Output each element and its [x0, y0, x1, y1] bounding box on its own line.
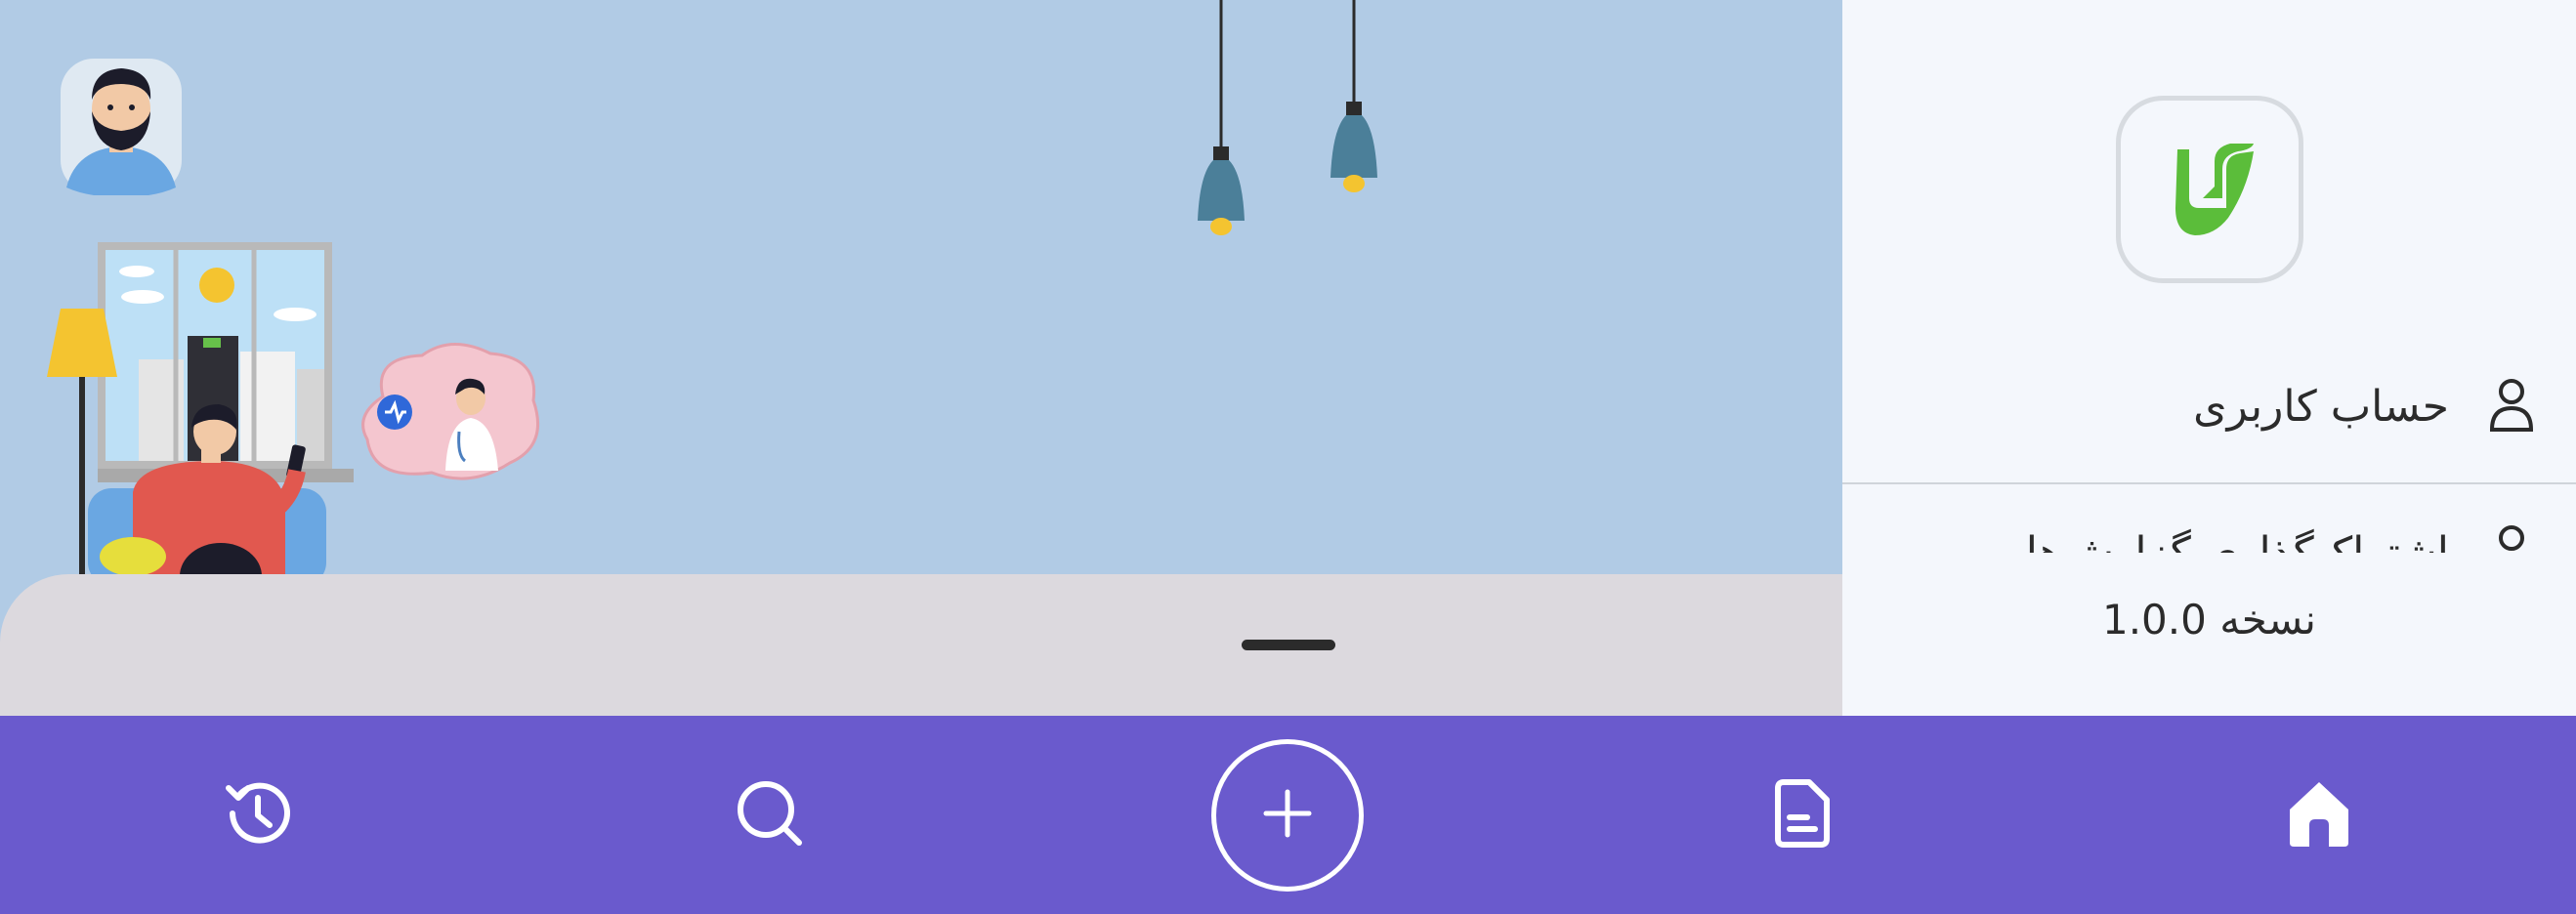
document-icon	[1762, 774, 1840, 856]
plus-icon	[1258, 784, 1317, 847]
menu-divider	[1842, 482, 2576, 484]
doctor-thought-bubble	[354, 338, 549, 498]
side-drawer: حساب کاربری اشتراک‌گذاری گزارش‌ها نسخه 1…	[1842, 0, 2576, 716]
bottom-sheet-drag-handle[interactable]	[1242, 640, 1335, 650]
app-version: نسخه 1.0.0	[2101, 596, 2316, 644]
share-icon	[2488, 523, 2535, 553]
menu-item-share-reports[interactable]: اشتراک‌گذاری گزارش‌ها	[1988, 518, 2535, 553]
pendant-lamp-right	[1317, 0, 1391, 199]
person-on-sofa-illustration	[84, 398, 338, 609]
nav-search-button[interactable]	[672, 716, 867, 914]
add-button[interactable]	[1211, 739, 1364, 892]
pendant-lamp-left	[1184, 0, 1258, 246]
app-logo	[2116, 96, 2303, 283]
history-icon	[219, 774, 297, 856]
menu-item-account[interactable]: حساب کاربری	[2193, 377, 2535, 436]
home-icon	[2280, 774, 2358, 856]
menu-item-account-label: حساب کاربری	[2193, 381, 2449, 432]
avatar[interactable]	[57, 51, 186, 197]
search-icon	[731, 774, 809, 856]
menu-item-share-reports-label: اشتراک‌گذاری گزارش‌ها	[2025, 527, 2449, 554]
nav-home-button[interactable]	[2221, 716, 2417, 914]
bottom-sheet[interactable]	[0, 574, 1842, 721]
nav-reports-button[interactable]	[1704, 716, 1899, 914]
nav-history-button[interactable]	[160, 716, 356, 914]
user-icon	[2488, 377, 2535, 436]
